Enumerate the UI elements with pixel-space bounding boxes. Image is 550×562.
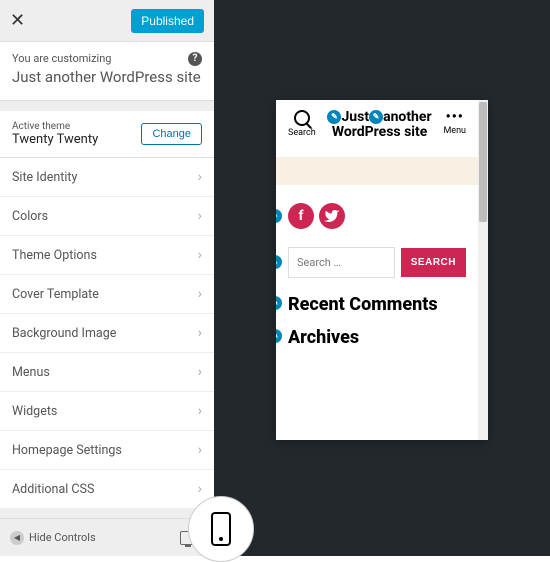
section-item[interactable]: Additional CSS › xyxy=(0,470,214,509)
archives-heading: ✎ Archives xyxy=(276,325,478,358)
section-label: Colors xyxy=(12,209,48,224)
edit-shortcut-icon[interactable]: ✎ xyxy=(276,209,282,223)
menu-label: Menu xyxy=(443,126,466,136)
edit-shortcut-icon[interactable]: ✎ xyxy=(327,110,341,124)
twitter-icon[interactable] xyxy=(319,203,345,229)
chevron-right-icon: › xyxy=(198,403,202,419)
chevron-right-icon: › xyxy=(198,169,202,185)
chevron-right-icon: › xyxy=(198,247,202,263)
chevron-right-icon: › xyxy=(198,286,202,302)
search-widget: ✎ Search … SEARCH xyxy=(276,247,478,292)
close-icon[interactable]: ✕ xyxy=(10,10,25,31)
section-label: Additional CSS xyxy=(12,482,94,497)
chevron-right-icon: › xyxy=(198,325,202,341)
edit-shortcut-icon[interactable]: ✎ xyxy=(276,296,282,310)
customizer-sidebar: ✕ Published ? You are customizing Just a… xyxy=(0,0,214,556)
section-label: Background Image xyxy=(12,326,116,341)
edit-shortcut-icon[interactable]: ✎ xyxy=(276,329,282,343)
scrollbar-track[interactable] xyxy=(478,100,488,440)
app-root: ✕ Published ? You are customizing Just a… xyxy=(0,0,550,556)
section-item[interactable]: Colors › xyxy=(0,197,214,236)
section-item[interactable]: Menus › xyxy=(0,353,214,392)
search-input[interactable]: Search … xyxy=(288,247,395,278)
chevron-right-icon: › xyxy=(198,364,202,380)
active-theme-label: Active theme xyxy=(12,121,98,132)
site-title[interactable]: ✎Just✎another WordPress site xyxy=(316,110,444,141)
header-search-toggle[interactable]: Search xyxy=(288,110,316,138)
customizing-title: Just another WordPress site xyxy=(12,68,202,86)
section-label: Homepage Settings xyxy=(12,443,122,458)
change-theme-button[interactable]: Change xyxy=(141,123,202,145)
customizing-header: ? You are customizing Just another WordP… xyxy=(0,42,214,101)
chevron-right-icon: › xyxy=(198,442,202,458)
hide-controls-label: Hide Controls xyxy=(29,531,96,544)
menu-dots-icon: ••• xyxy=(446,110,464,124)
section-item[interactable]: Background Image › xyxy=(0,314,214,353)
chevron-right-icon: › xyxy=(198,208,202,224)
section-item[interactable]: Homepage Settings › xyxy=(0,431,214,470)
mobile-preview-frame: Search ✎Just✎another WordPress site ••• … xyxy=(276,100,488,440)
publish-button[interactable]: Published xyxy=(131,9,204,33)
header-menu-toggle[interactable]: ••• Menu xyxy=(443,110,466,136)
search-icon xyxy=(294,110,310,126)
sidebar-topbar: ✕ Published xyxy=(0,0,214,42)
section-label: Menus xyxy=(12,365,50,380)
phone-icon xyxy=(211,512,231,546)
section-label: Theme Options xyxy=(12,248,97,263)
edit-shortcut-icon[interactable]: ✎ xyxy=(369,110,383,124)
search-button[interactable]: SEARCH xyxy=(401,248,466,277)
mobile-device-callout[interactable] xyxy=(188,496,254,562)
chevron-right-icon: › xyxy=(198,481,202,497)
customizing-subtitle: You are customizing xyxy=(12,52,202,65)
scrollbar-thumb[interactable] xyxy=(479,102,487,222)
recent-comments-heading: ✎ Recent Comments xyxy=(276,292,478,325)
active-theme-row: Active theme Twenty Twenty Change xyxy=(0,111,214,158)
collapse-arrow-icon: ◀ xyxy=(10,531,24,545)
section-item[interactable]: Theme Options › xyxy=(0,236,214,275)
active-theme-name: Twenty Twenty xyxy=(12,132,98,147)
section-label: Cover Template xyxy=(12,287,99,302)
section-item[interactable]: Cover Template › xyxy=(0,275,214,314)
sections-list: Site Identity›Colors›Theme Options›Cover… xyxy=(0,158,214,509)
site-header: Search ✎Just✎another WordPress site ••• … xyxy=(276,100,478,151)
edit-shortcut-icon[interactable]: ✎ xyxy=(276,255,282,269)
content-band xyxy=(276,157,478,185)
section-item[interactable]: Widgets › xyxy=(0,392,214,431)
section-label: Site Identity xyxy=(12,170,77,185)
preview-pane: Search ✎Just✎another WordPress site ••• … xyxy=(214,0,550,556)
section-label: Widgets xyxy=(12,404,57,419)
search-label: Search xyxy=(288,128,316,138)
hide-controls-button[interactable]: ◀ Hide Controls xyxy=(10,531,172,545)
social-links: ✎ f xyxy=(276,203,478,247)
section-item[interactable]: Site Identity › xyxy=(0,158,214,197)
sidebar-footer: ◀ Hide Controls xyxy=(0,518,214,556)
help-icon[interactable]: ? xyxy=(188,52,202,66)
facebook-icon[interactable]: f xyxy=(288,203,314,229)
